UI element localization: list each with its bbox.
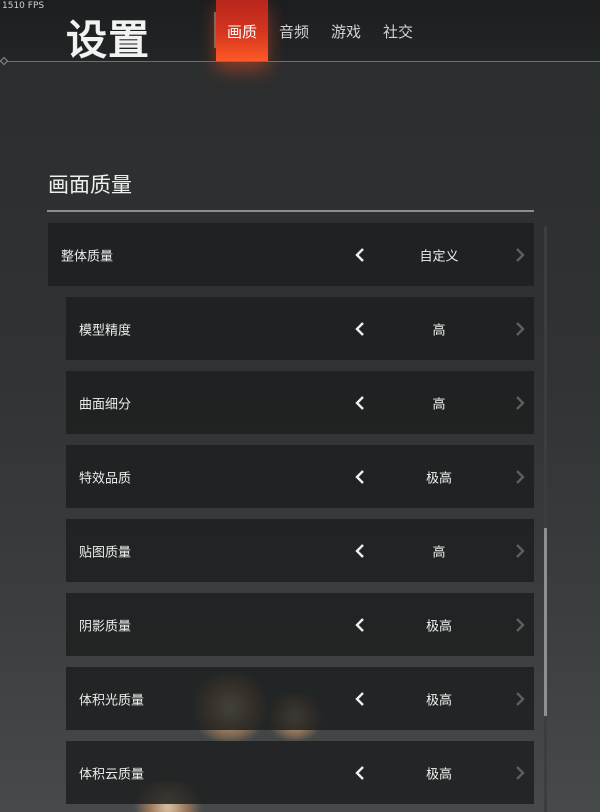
tab-audio[interactable]: 音频: [268, 0, 320, 62]
chevron-left-icon[interactable]: [350, 393, 370, 413]
tab-label: 画质: [226, 23, 257, 41]
chevron-left-icon[interactable]: [350, 467, 370, 487]
chevron-right-icon[interactable]: [510, 763, 530, 783]
setting-value: 自定义: [419, 249, 459, 264]
setting-row-texture-quality: 贴图质量 高: [66, 519, 534, 582]
setting-value: 高: [432, 545, 446, 560]
setting-label: 贴图质量: [79, 545, 132, 560]
chevron-left-icon[interactable]: [350, 245, 370, 265]
chevron-left-icon[interactable]: [350, 689, 370, 709]
setting-value: 极高: [425, 767, 452, 782]
setting-label: 体积光质量: [79, 693, 145, 708]
setting-value: 极高: [425, 619, 452, 634]
setting-label: 整体质量: [61, 249, 114, 264]
setting-label: 体积云质量: [79, 767, 145, 782]
tab-game[interactable]: 游戏: [320, 0, 372, 62]
section-title: 画面质量: [48, 173, 132, 197]
chevron-right-icon[interactable]: [510, 615, 530, 635]
tab-graphics[interactable]: 画质: [216, 0, 268, 62]
chevron-right-icon[interactable]: [510, 319, 530, 339]
setting-row-tessellation: 曲面细分 高: [66, 371, 534, 434]
setting-label: 模型精度: [79, 323, 132, 338]
header-divider: [0, 61, 600, 62]
chevron-right-icon[interactable]: [510, 467, 530, 487]
scrollbar-thumb[interactable]: [544, 528, 547, 716]
setting-value: 高: [432, 323, 446, 338]
chevron-left-icon[interactable]: [350, 319, 370, 339]
chevron-right-icon[interactable]: [510, 393, 530, 413]
setting-value: 高: [432, 397, 446, 412]
tab-label: 社交: [382, 23, 413, 41]
setting-row-effects-quality: 特效品质 极高: [66, 445, 534, 508]
fps-counter: 1510 FPS: [2, 1, 45, 11]
setting-row-shadow-quality: 阴影质量 极高: [66, 593, 534, 656]
setting-value: 极高: [425, 471, 452, 486]
chevron-right-icon[interactable]: [510, 245, 530, 265]
chevron-left-icon[interactable]: [350, 763, 370, 783]
chevron-left-icon[interactable]: [350, 615, 370, 635]
tab-social[interactable]: 社交: [372, 0, 424, 62]
setting-row-overall-quality: 整体质量 自定义: [48, 223, 534, 286]
setting-row-volumetric-light-quality: 体积光质量 极高: [66, 667, 534, 730]
chevron-right-icon[interactable]: [510, 541, 530, 561]
tab-label: 游戏: [330, 23, 361, 41]
setting-value: 极高: [425, 693, 452, 708]
chevron-right-icon[interactable]: [510, 689, 530, 709]
chevron-left-icon[interactable]: [350, 541, 370, 561]
setting-label: 特效品质: [79, 471, 132, 486]
scrollbar-track[interactable]: [544, 226, 547, 812]
setting-row-volumetric-cloud-quality: 体积云质量 极高: [66, 741, 534, 804]
page-title: 设置: [66, 16, 150, 64]
setting-row-model-detail: 模型精度 高: [66, 297, 534, 360]
setting-label: 阴影质量: [79, 619, 132, 634]
setting-label: 曲面细分: [79, 397, 132, 412]
tab-label: 音频: [278, 23, 309, 41]
section-divider: [47, 210, 534, 212]
